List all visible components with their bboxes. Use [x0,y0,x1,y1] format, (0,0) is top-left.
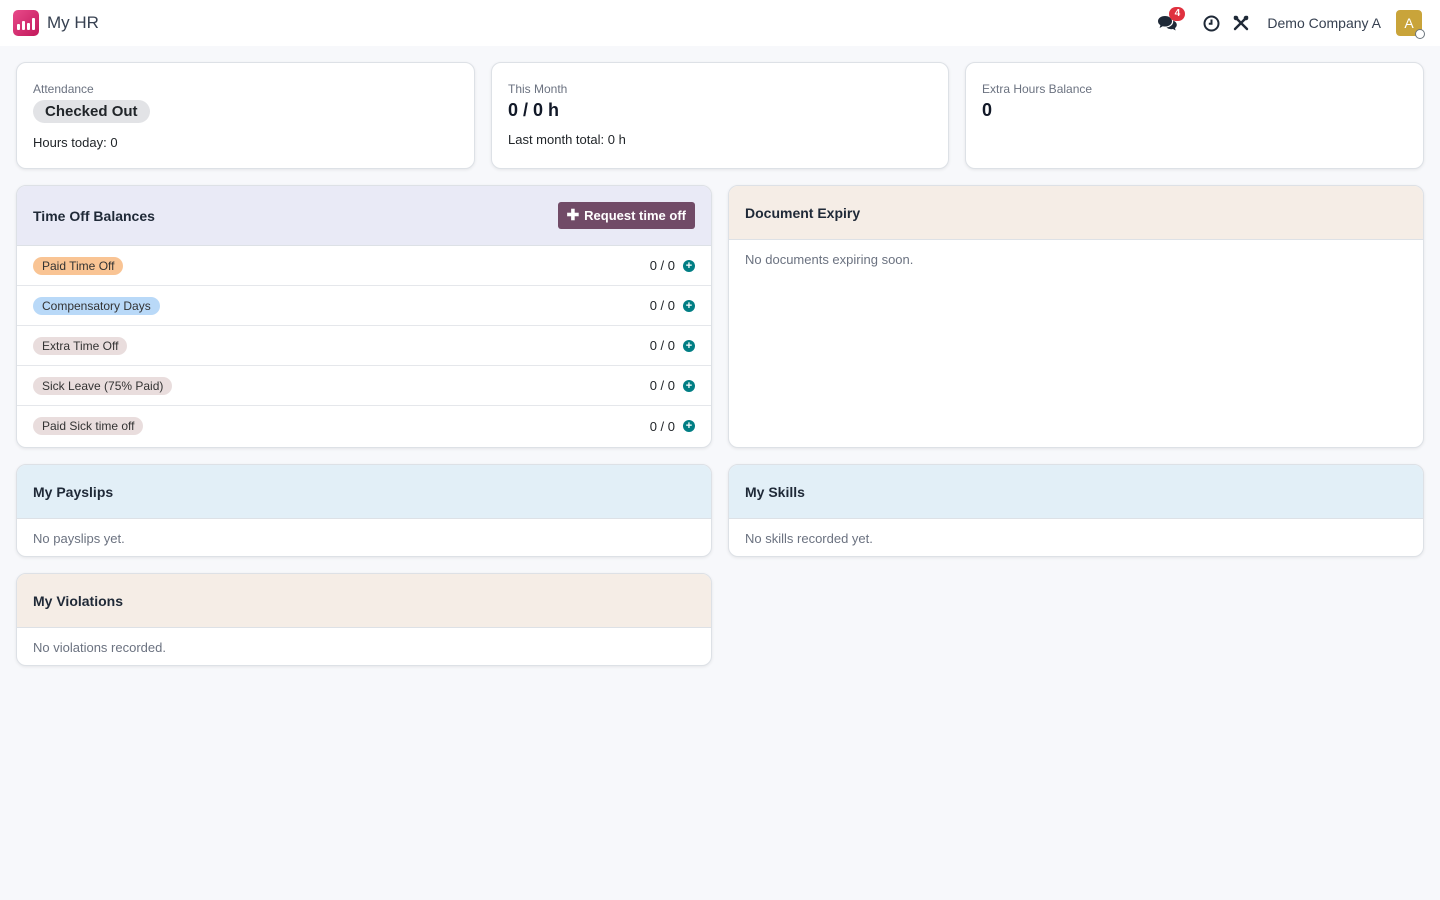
hr-app-icon[interactable] [13,10,39,36]
skills-title: My Skills [745,483,805,500]
attendance-status-badge[interactable]: Checked Out [33,100,150,123]
skills-header: My Skills [729,465,1423,519]
avatar-letter: A [1404,15,1414,31]
leave-balance: 0 / 0 [649,298,675,313]
leave-type-chip: Extra Time Off [33,336,128,355]
violations-empty: No violations recorded. [33,640,166,655]
time-off-row: Extra Time Off 0 / 0 + [17,326,711,366]
app-title[interactable]: My HR [47,13,99,33]
attendance-card: Attendance Checked Out Hours today: 0 [16,62,475,169]
leave-balance: 0 / 0 [649,418,675,434]
add-circle-icon[interactable]: + [683,339,695,352]
document-expiry-header: Document Expiry [729,186,1423,240]
presence-status-icon [1415,29,1425,39]
leave-type-chip: Paid Sick time off [33,417,144,435]
payslips-empty: No payslips yet. [33,531,125,546]
messages-badge: 4 [1169,7,1186,21]
clock-icon[interactable] [1201,13,1221,33]
payslips-card: My Payslips No payslips yet. [16,464,712,557]
plus-icon: ✚ [566,207,580,224]
hours-today: Hours today: 0 [33,135,118,150]
time-off-row: Sick Leave (75% Paid) 0 / 0 + [17,366,711,406]
this-month-label: This Month [508,82,568,96]
tools-icon[interactable] [1231,13,1251,33]
violations-card: My Violations No violations recorded. [16,573,712,666]
time-off-row: Compensatory Days 0 / 0 + [17,286,711,326]
top-navbar: My HR 4 Demo Company A A [0,0,1440,46]
request-time-off-label: Request time off [584,208,686,223]
time-off-row: Paid Time Off 0 / 0 + [17,246,711,286]
request-time-off-button[interactable]: ✚ Request time off [557,202,695,229]
time-off-row: Paid Sick time off 0 / 0 + [17,406,711,446]
time-off-header: Time Off Balances ✚ Request time off [17,186,711,246]
time-off-title: Time Off Balances [33,207,155,224]
messages-icon[interactable]: 4 [1157,7,1186,33]
add-circle-icon[interactable]: + [683,420,695,432]
add-circle-icon[interactable]: + [683,259,695,272]
add-circle-icon[interactable]: + [683,299,695,312]
extra-hours-value: 0 [982,100,993,120]
leave-type-chip: Paid Time Off [33,256,124,275]
skills-card: My Skills No skills recorded yet. [728,464,1424,557]
this-month-value: 0 / 0 h [508,100,560,120]
leave-balance: 0 / 0 [649,378,675,393]
user-avatar[interactable]: A [1396,10,1425,39]
skills-empty: No skills recorded yet. [745,531,873,546]
add-circle-icon[interactable]: + [683,379,695,392]
leave-balance: 0 / 0 [649,258,675,273]
leave-type-chip: Compensatory Days [33,296,160,315]
violations-title: My Violations [33,592,123,609]
document-expiry-empty: No documents expiring soon. [745,252,914,267]
document-expiry-card: Document Expiry No documents expiring so… [728,185,1424,448]
payslips-title: My Payslips [33,483,114,500]
last-month-total: Last month total: 0 h [508,132,626,147]
leave-type-chip: Sick Leave (75% Paid) [33,376,173,395]
payslips-header: My Payslips [17,465,711,519]
time-off-balances-card: Time Off Balances ✚ Request time off Pai… [16,185,712,448]
document-expiry-title: Document Expiry [745,204,861,221]
leave-balance: 0 / 0 [649,338,675,353]
company-switcher[interactable]: Demo Company A [1267,15,1381,31]
this-month-card: This Month 0 / 0 h Last month total: 0 h [491,62,949,169]
violations-header: My Violations [17,574,711,628]
extra-hours-label: Extra Hours Balance [982,82,1093,96]
time-off-list: Paid Time Off 0 / 0 + Compensatory Days … [17,246,711,446]
extra-hours-card: Extra Hours Balance 0 [965,62,1424,169]
attendance-label: Attendance [33,82,94,96]
